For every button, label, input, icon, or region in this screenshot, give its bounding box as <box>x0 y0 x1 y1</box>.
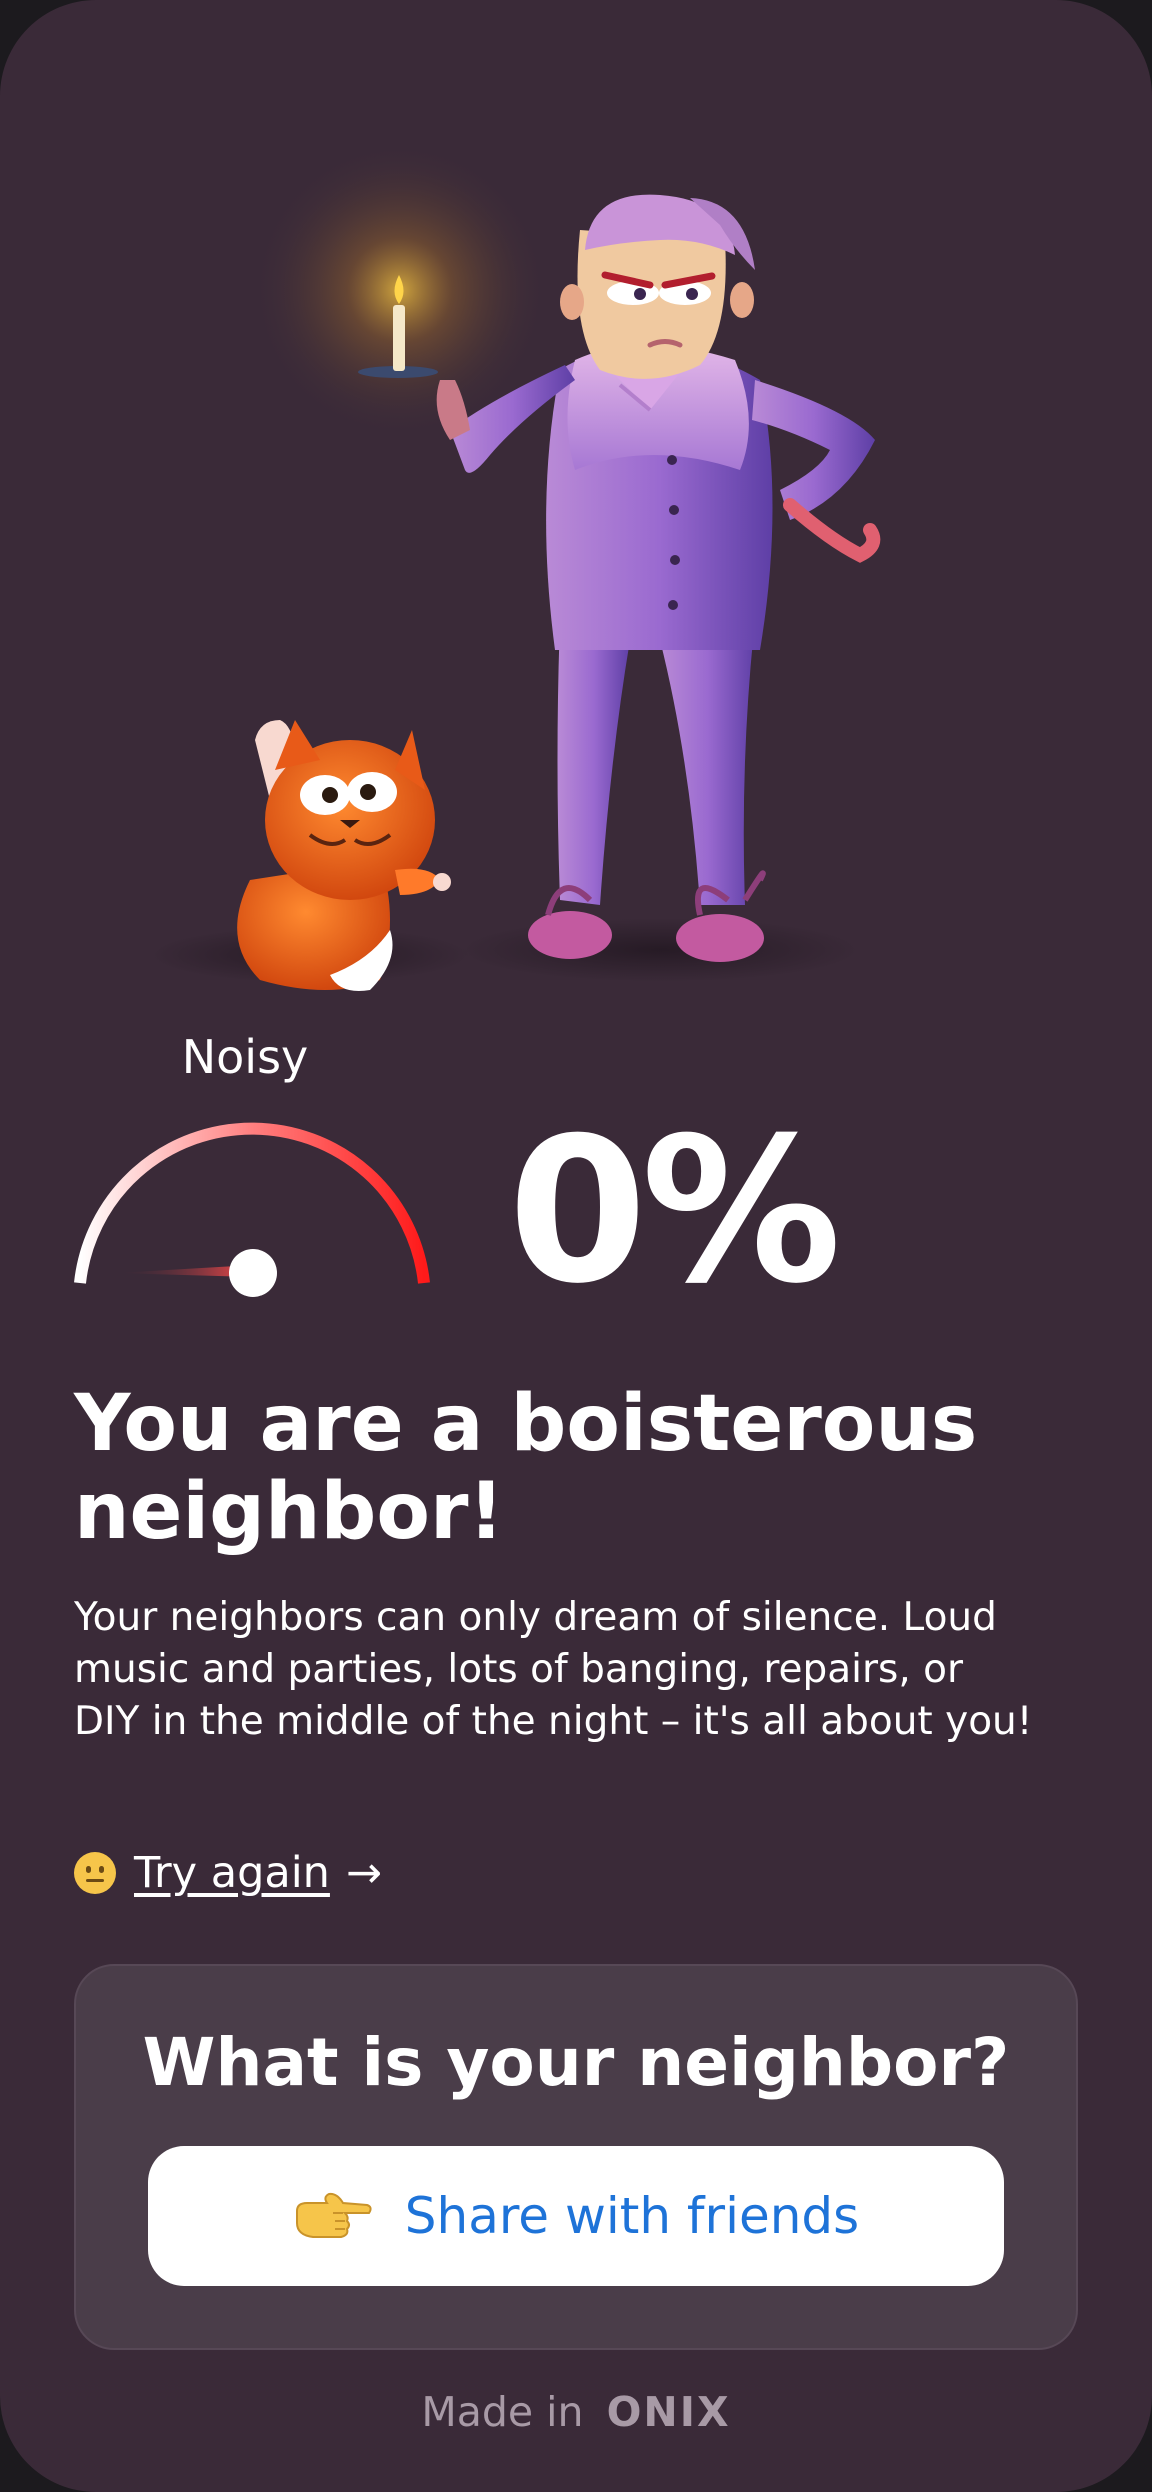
share-card-title: What is your neighbor? <box>142 2024 1010 2101</box>
noise-percent: 0% <box>508 1095 842 1328</box>
onix-logo[interactable]: ONIX <box>607 2388 731 2436</box>
gauge-label: Noisy <box>181 1030 309 1084</box>
pointing-hand-icon <box>295 2192 372 2238</box>
try-again-label[interactable]: Try again <box>134 1848 330 1898</box>
result-description: Your neighbors can only dream of silence… <box>74 1595 1033 1744</box>
try-again-link[interactable]: Try again → <box>74 1848 382 1898</box>
screen: Noisy 0% You are a boisterous neighbor! … <box>0 0 1152 2492</box>
hero-illustration <box>0 0 1152 1020</box>
neutral-face-icon <box>74 1852 116 1894</box>
noise-gauge <box>68 1100 438 1320</box>
share-card: What is your neighbor? Share with friend… <box>74 1964 1078 2350</box>
gauge-pivot <box>229 1249 277 1297</box>
share-button-label[interactable]: Share with friends <box>405 2187 859 2245</box>
result-title: You are a boisterous neighbor! <box>74 1379 978 1557</box>
arrow-right-icon: → <box>345 1848 382 1898</box>
footer: Made in ONIX <box>0 2388 1152 2436</box>
share-with-friends-button[interactable]: Share with friends <box>148 2146 1004 2286</box>
footer-prefix: Made in <box>421 2388 584 2436</box>
